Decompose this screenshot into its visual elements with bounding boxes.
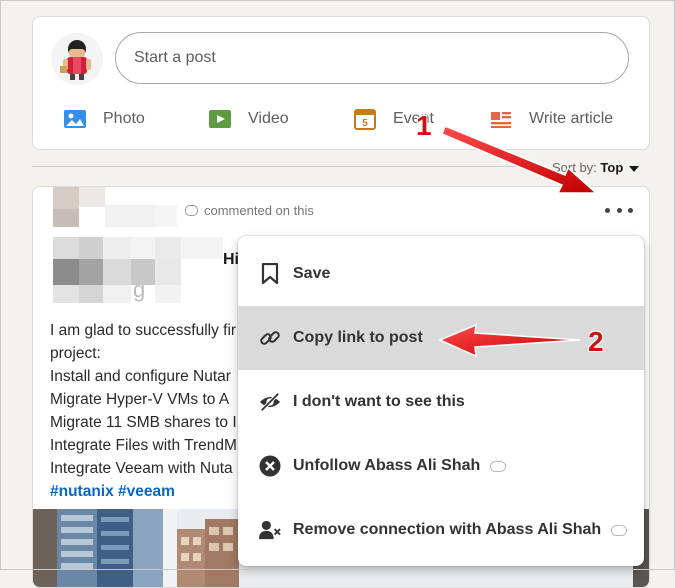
post-body: I am glad to successfully fir project: I…	[50, 319, 237, 503]
post-line: project:	[50, 345, 101, 362]
post-hashtags[interactable]: #nutanix #veeam	[50, 480, 237, 503]
comment-icon	[185, 205, 198, 216]
photo-button[interactable]: Photo	[63, 105, 145, 133]
video-label: Video	[248, 110, 289, 127]
write-article-button[interactable]: Write article	[489, 105, 613, 133]
post-line: Migrate Hyper-V VMs to A	[50, 391, 230, 408]
menu-item-hide-post[interactable]: I don't want to see this	[238, 370, 644, 434]
badge-icon	[611, 524, 628, 536]
eye-slash-icon	[259, 391, 281, 413]
post-line: Migrate 11 SMB shares to I	[50, 414, 237, 431]
author-name-fragment: Hi	[223, 251, 239, 268]
menu-item-label: Save	[293, 265, 331, 282]
menu-item-save[interactable]: Save	[238, 242, 644, 306]
calendar-icon: 5	[354, 109, 376, 130]
video-icon	[209, 110, 231, 128]
video-button[interactable]: Video	[208, 105, 289, 133]
menu-item-label: I don't want to see this	[293, 393, 465, 410]
post-line: Integrate Veeam with Nuta	[50, 460, 233, 477]
menu-item-label: Unfollow Abass Ali Shah	[293, 457, 481, 474]
annotation-step-1: 1	[416, 110, 432, 141]
sort-value: Top	[600, 160, 624, 175]
menu-item-remove-connection[interactable]: Remove connection with Abass Ali Shah	[238, 498, 644, 562]
close-circle-icon	[259, 455, 281, 477]
remove-person-icon	[259, 519, 281, 541]
post-composer: Start a post Photo Video 5 Event Write a…	[32, 16, 650, 150]
more-options-button[interactable]	[605, 203, 633, 217]
dot	[605, 207, 610, 213]
post-line: Install and configure Nutar	[50, 368, 231, 385]
dot	[628, 207, 633, 213]
menu-item-copy-link[interactable]: Copy link to post	[238, 306, 644, 370]
photo-label: Photo	[103, 110, 145, 127]
activity-text: commented on this	[185, 203, 314, 218]
post-options-menu: Save Copy link to post I don't want to s…	[238, 236, 644, 566]
photo-icon	[64, 110, 86, 128]
badge-icon	[490, 460, 507, 472]
dot	[616, 207, 622, 213]
write-article-label: Write article	[529, 110, 614, 127]
bookmark-icon	[259, 263, 281, 285]
sort-dropdown[interactable]: Sort by: Top	[552, 160, 640, 175]
article-icon	[490, 110, 512, 128]
feed-divider	[32, 166, 542, 167]
start-post-input[interactable]: Start a post	[115, 32, 629, 84]
post-line: I am glad to successfully fir	[50, 322, 237, 339]
menu-item-label: Remove connection with Abass Ali Shah	[293, 521, 602, 538]
avatar[interactable]	[51, 33, 103, 85]
caret-down-icon	[629, 165, 640, 172]
post-line: Integrate Files with TrendM	[50, 437, 237, 454]
annotation-step-2: 2	[588, 326, 604, 357]
menu-item-unfollow[interactable]: Unfollow Abass Ali Shah	[238, 434, 644, 498]
link-icon	[259, 327, 281, 349]
menu-item-label: Copy link to post	[293, 329, 423, 346]
sort-prefix: Sort by:	[552, 160, 597, 175]
blurred-text: g	[133, 277, 146, 302]
svg-text:5: 5	[362, 118, 368, 129]
